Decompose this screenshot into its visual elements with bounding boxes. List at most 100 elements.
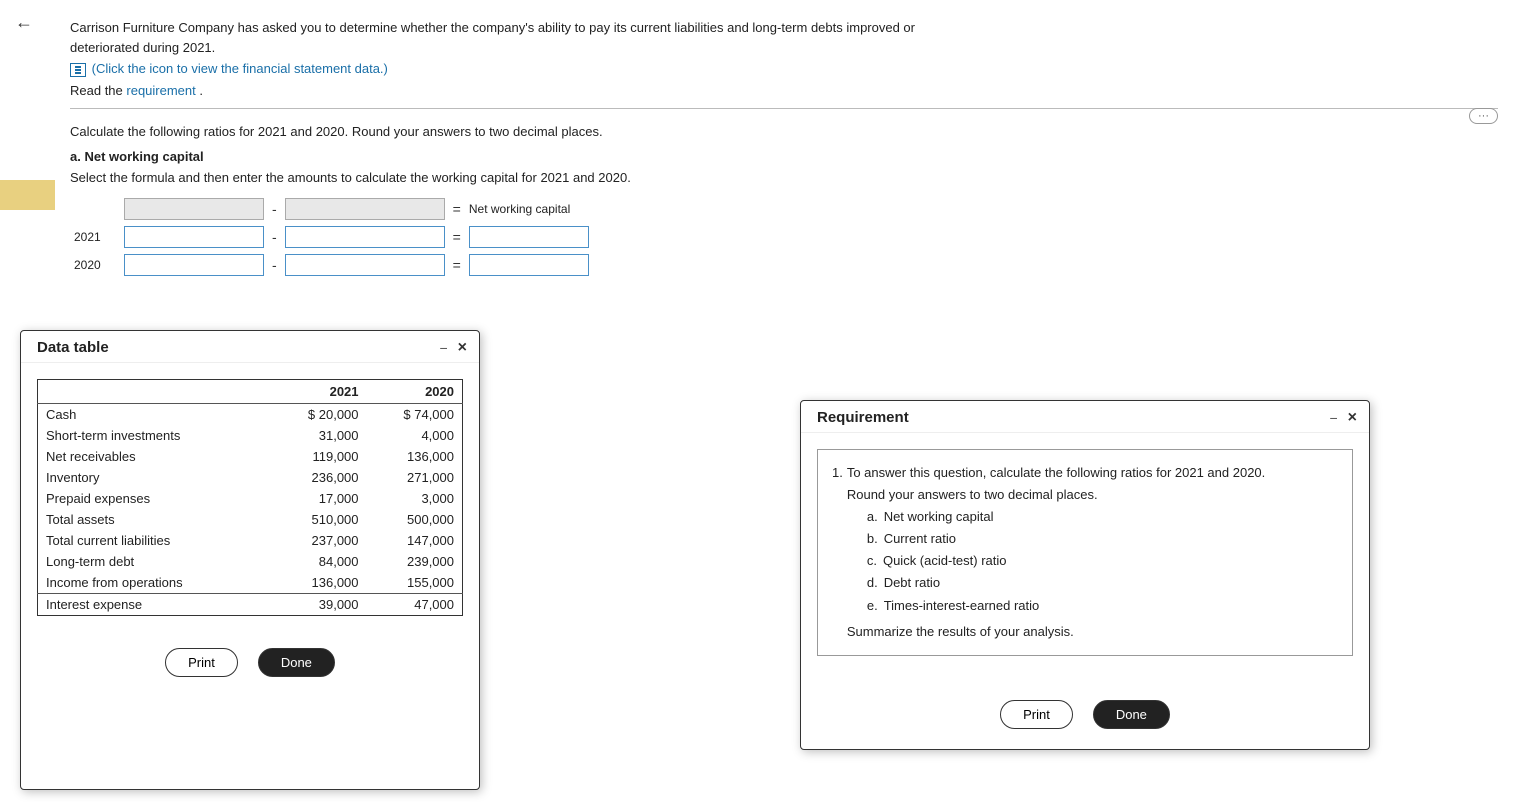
equals-2021: = <box>449 223 465 251</box>
data-cell-0-1: $ 20,000 <box>271 404 366 426</box>
data-cell-1-0: Short-term investments <box>38 425 272 446</box>
row-2021: 2021 - = <box>70 223 593 251</box>
data-row-2: Net receivables119,000136,000 <box>38 446 463 467</box>
requirement-footer: Print Done <box>801 684 1369 749</box>
req-sub-letter-1: b. <box>867 528 878 550</box>
data-icon <box>70 63 86 77</box>
year-2020: 2020 <box>70 251 120 279</box>
data-cell-4-0: Prepaid expenses <box>38 488 272 509</box>
data-table-close[interactable]: × <box>458 340 467 356</box>
section-a-label: a. Net working capital <box>70 149 1498 164</box>
data-table-minimize[interactable]: − <box>437 341 449 355</box>
requirement-done-button[interactable]: Done <box>1093 700 1170 729</box>
req-summarize: Summarize the results of your analysis. <box>847 621 1265 643</box>
net-working-capital-label: Net working capital <box>465 195 593 223</box>
read-requirement-line: Read the requirement . <box>70 83 1498 98</box>
formula-table: - = Net working capital 2021 - = 2020 <box>70 195 593 279</box>
data-row-3: Inventory236,000271,000 <box>38 467 463 488</box>
data-cell-1-1: 31,000 <box>271 425 366 446</box>
req-item-1-text: To answer this question, calculate the f… <box>847 465 1265 480</box>
data-link-line: (Click the icon to view the financial st… <box>70 61 1498 77</box>
req-sub-item-0: a.Net working capital <box>867 506 1265 528</box>
data-cell-3-1: 236,000 <box>271 467 366 488</box>
data-cell-2-1: 119,000 <box>271 446 366 467</box>
requirement-dialog: Requirement − × 1. To answer this questi… <box>800 400 1370 750</box>
data-table-footer: Print Done <box>21 632 479 697</box>
data-cell-9-2: 47,000 <box>367 594 463 616</box>
back-button[interactable]: ← <box>15 12 33 33</box>
requirement-body: 1. To answer this question, calculate th… <box>801 433 1369 684</box>
req-item-1: 1. To answer this question, calculate th… <box>832 462 1338 643</box>
data-table-title: Data table <box>37 339 109 356</box>
data-cell-3-2: 271,000 <box>367 467 463 488</box>
data-cell-4-1: 17,000 <box>271 488 366 509</box>
year-2021: 2021 <box>70 223 120 251</box>
data-row-4: Prepaid expenses17,0003,000 <box>38 488 463 509</box>
data-cell-0-2: $ 74,000 <box>367 404 463 426</box>
data-cell-6-0: Total current liabilities <box>38 530 272 551</box>
req-item-1-number: 1. <box>832 462 843 643</box>
requirement-link[interactable]: requirement <box>126 83 195 98</box>
data-cell-1-2: 4,000 <box>367 425 463 446</box>
data-table-done-button[interactable]: Done <box>258 648 335 677</box>
data-table-print-button[interactable]: Print <box>165 648 238 677</box>
req-sub-text-2: Quick (acid-test) ratio <box>883 550 1007 572</box>
left-accent <box>0 180 55 210</box>
data-table-controls: − × <box>437 340 467 356</box>
data-cell-5-1: 510,000 <box>271 509 366 530</box>
data-row-6: Total current liabilities237,000147,000 <box>38 530 463 551</box>
data-row-0: Cash$ 20,000$ 74,000 <box>38 404 463 426</box>
data-table-header: Data table − × <box>21 331 479 363</box>
read-period: . <box>199 83 203 98</box>
input-2020-val2[interactable] <box>285 254 445 276</box>
data-cell-7-1: 84,000 <box>271 551 366 572</box>
requirement-minimize[interactable]: − <box>1327 411 1339 425</box>
col-2020: 2020 <box>367 380 463 404</box>
read-label: Read the <box>70 83 123 98</box>
data-cell-2-0: Net receivables <box>38 446 272 467</box>
result-2021[interactable] <box>469 226 589 248</box>
formula-instruction: Select the formula and then enter the am… <box>70 170 1498 185</box>
req-sub-item-2: c. Quick (acid-test) ratio <box>867 550 1265 572</box>
data-link[interactable]: (Click the icon to view the financial st… <box>92 61 388 76</box>
input-2021-val2[interactable] <box>285 226 445 248</box>
minus-2021: - <box>268 223 281 251</box>
data-table-body: 2021 2020 Cash$ 20,000$ 74,000Short-term… <box>21 363 479 632</box>
input-2021-val1[interactable] <box>124 226 264 248</box>
collapse-button[interactable]: ··· <box>1469 108 1498 124</box>
minus-2020: - <box>268 251 281 279</box>
equals-2020: = <box>449 251 465 279</box>
data-row-9: Interest expense39,00047,000 <box>38 594 463 616</box>
data-row-7: Long-term debt84,000239,000 <box>38 551 463 572</box>
divider <box>70 108 1498 109</box>
req-sub-item-1: b. Current ratio <box>867 528 1265 550</box>
requirement-content-box: 1. To answer this question, calculate th… <box>817 449 1353 656</box>
intro-paragraph: Carrison Furniture Company has asked you… <box>70 18 970 57</box>
req-sub-letter-3: d. <box>867 572 878 594</box>
data-table-dialog: Data table − × 2021 2020 Cash$ 20,000$ 7… <box>20 330 480 790</box>
data-row-1: Short-term investments31,0004,000 <box>38 425 463 446</box>
data-cell-5-2: 500,000 <box>367 509 463 530</box>
input-2020-val1[interactable] <box>124 254 264 276</box>
req-sub-letter-2: c. <box>867 550 877 572</box>
data-cell-2-2: 136,000 <box>367 446 463 467</box>
requirement-close[interactable]: × <box>1348 410 1357 426</box>
data-cell-4-2: 3,000 <box>367 488 463 509</box>
req-sub-text-4: Times-interest-earned ratio <box>884 595 1040 617</box>
req-sub-text-1: Current ratio <box>884 528 956 550</box>
header-minus: - <box>268 195 281 223</box>
data-cell-8-1: 136,000 <box>271 572 366 594</box>
data-cell-6-2: 147,000 <box>367 530 463 551</box>
req-sub-list: a.Net working capitalb. Current ratio c. Qu… <box>867 506 1265 616</box>
data-cell-9-1: 39,000 <box>271 594 366 616</box>
main-content: ← Carrison Furniture Company has asked y… <box>0 0 1518 802</box>
requirement-print-button[interactable]: Print <box>1000 700 1073 729</box>
result-2020[interactable] <box>469 254 589 276</box>
req-sub-item-4: e.Times-interest-earned ratio <box>867 595 1265 617</box>
data-cell-7-0: Long-term debt <box>38 551 272 572</box>
data-cell-8-0: Income from operations <box>38 572 272 594</box>
data-cell-3-0: Inventory <box>38 467 272 488</box>
data-cell-9-0: Interest expense <box>38 594 272 616</box>
req-sub-text-3: Debt ratio <box>884 572 940 594</box>
data-cell-6-1: 237,000 <box>271 530 366 551</box>
